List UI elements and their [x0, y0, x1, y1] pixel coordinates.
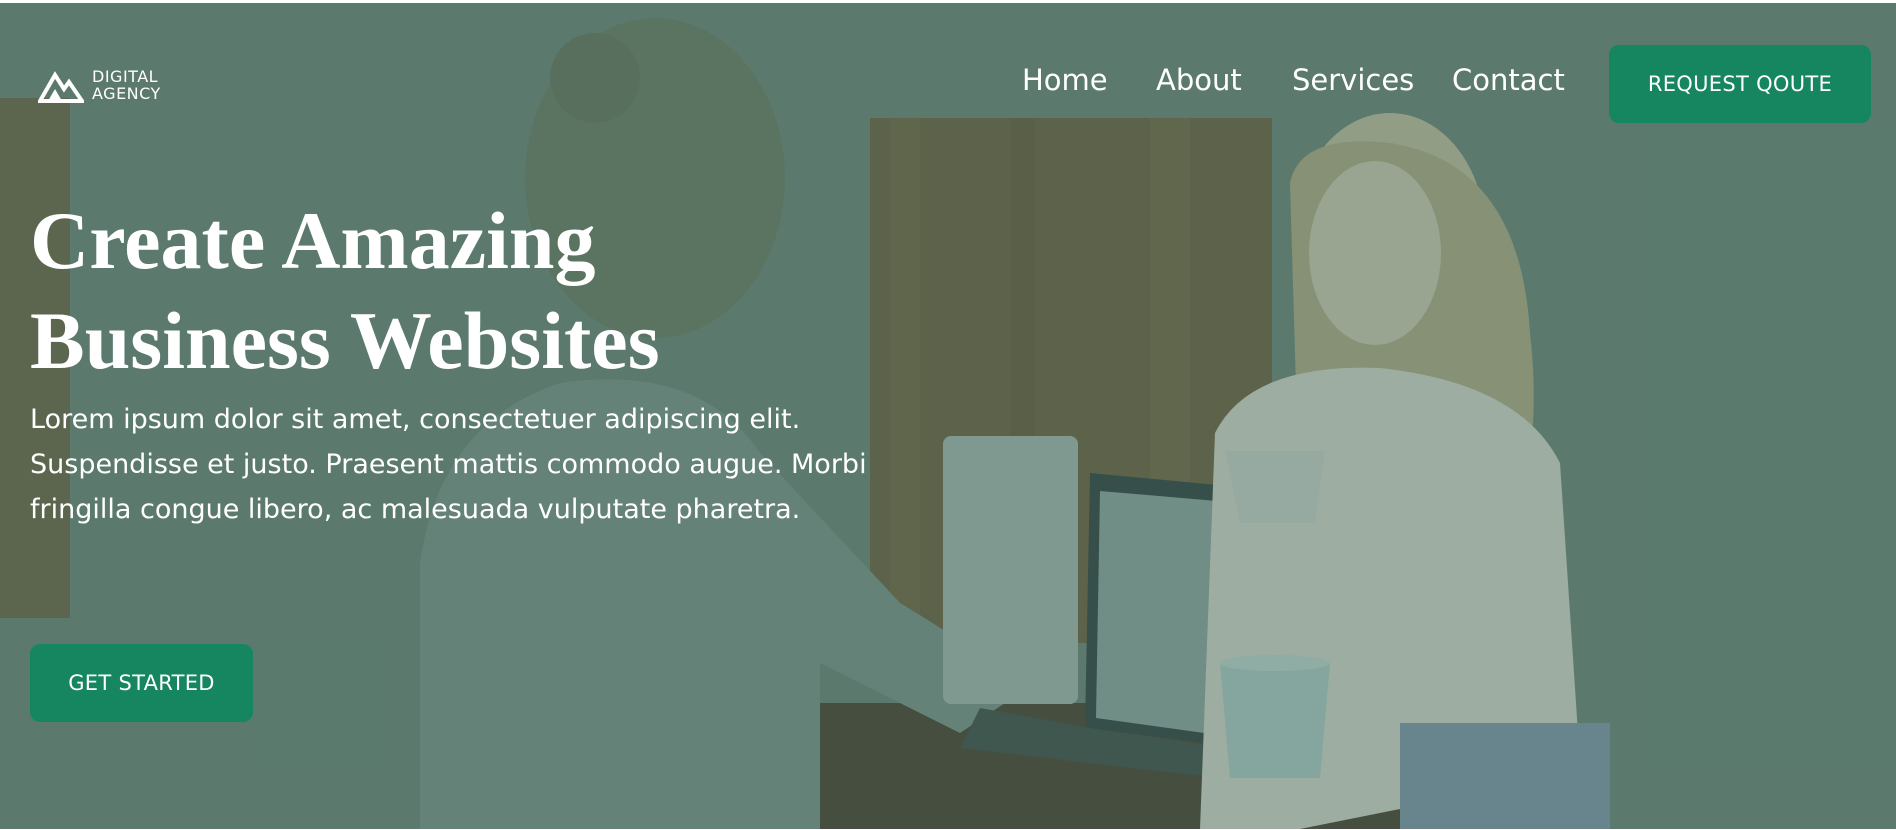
nav-link-home[interactable]: Home — [1022, 63, 1108, 97]
hero-description: Lorem ipsum dolor sit amet, consectetuer… — [30, 404, 867, 525]
logo[interactable]: DIGITAL AGENCY — [38, 67, 161, 103]
get-started-button[interactable]: GET STARTED — [30, 644, 253, 722]
hero-headline-line-2: Business Websites — [30, 295, 660, 386]
nav-link-contact[interactable]: Contact — [1452, 63, 1565, 97]
nav-link-services[interactable]: Services — [1292, 63, 1414, 97]
hero-section: DIGITAL AGENCY Home About Services Conta… — [0, 3, 1896, 829]
logo-line-2: AGENCY — [92, 84, 161, 103]
logo-text: DIGITAL AGENCY — [92, 68, 161, 102]
mountain-logo-icon — [38, 71, 84, 103]
hero-headline-line-1: Create Amazing — [30, 195, 596, 286]
hero-headline: Create Amazing Business Websites — [30, 191, 830, 391]
nav-link-about[interactable]: About — [1156, 63, 1242, 97]
request-quote-button[interactable]: REQUEST QOUTE — [1609, 45, 1871, 123]
